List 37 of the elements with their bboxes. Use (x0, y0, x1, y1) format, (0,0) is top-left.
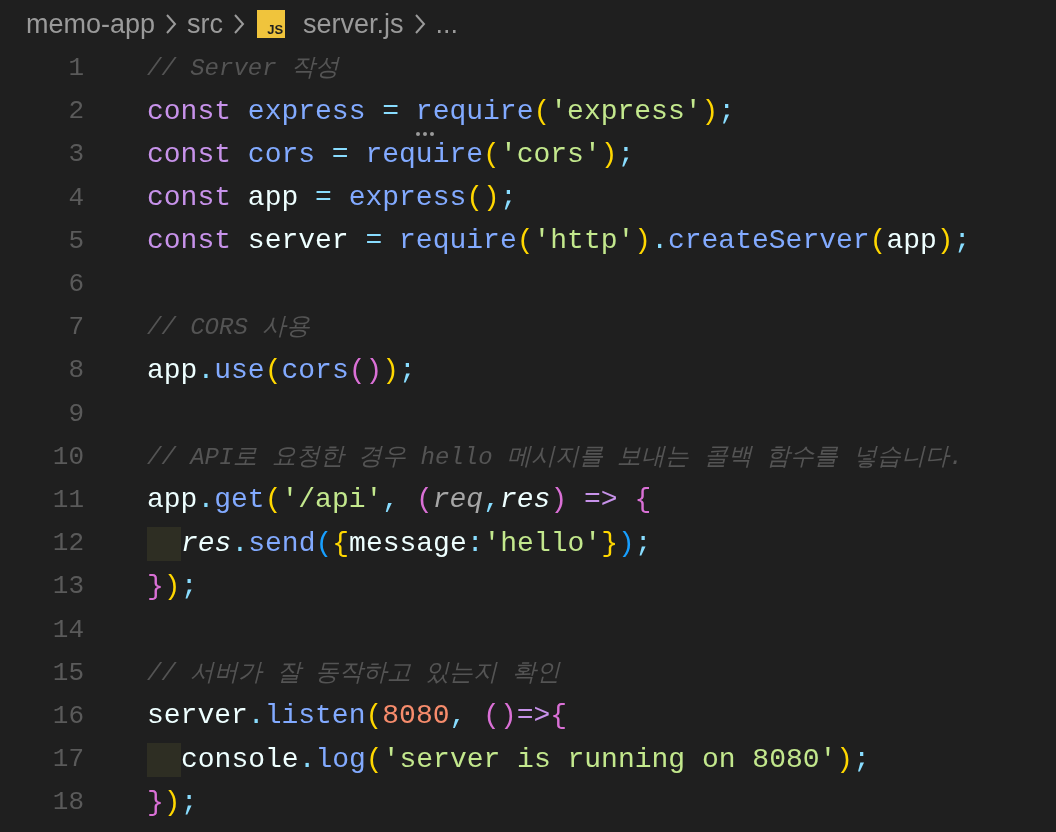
js-file-icon: JS (257, 10, 286, 38)
chevron-right-icon (165, 13, 178, 35)
chevron-right-icon (413, 13, 426, 35)
code-line: server.listen(8080, ()=>{ (147, 699, 568, 734)
line-number: 12 (51, 527, 84, 561)
code-line: const app = express(); (147, 181, 517, 216)
line-number: 9 (67, 397, 84, 431)
breadcrumb-item[interactable]: src (187, 3, 224, 45)
code-line: res.send({message:'hello'}); (181, 526, 652, 561)
line-number: 2 (67, 95, 84, 129)
breadcrumb-item[interactable]: memo-app (26, 3, 156, 45)
breadcrumb-more[interactable]: ... (435, 3, 459, 45)
code-line: app.use(cors()); (147, 353, 416, 388)
line-number: 10 (51, 440, 84, 474)
line-number: 4 (67, 181, 84, 215)
line-number: 17 (51, 743, 84, 777)
line-number: 14 (51, 613, 84, 647)
line-number: 1 (67, 52, 84, 86)
chevron-right-icon (233, 13, 246, 35)
line-number: 16 (51, 699, 84, 733)
line-number: 8 (67, 354, 84, 388)
code-line: console.log('server is running on 8080'); (181, 742, 870, 777)
code-line: app.get('/api', (req,res) => { (147, 483, 652, 518)
line-number: 15 (51, 656, 84, 690)
code-line: const server = require('http').createServer(app); (147, 224, 971, 259)
line-number: 13 (51, 570, 84, 604)
line-number: 7 (67, 311, 84, 345)
code-line: }); (147, 785, 198, 820)
line-number: 3 (67, 138, 84, 172)
line-number: 6 (67, 268, 84, 302)
line-number: 5 (67, 224, 84, 258)
code-line: }); (147, 569, 198, 604)
code-line: const express = require('express'); (147, 94, 736, 129)
breadcrumb-item[interactable]: server.js (303, 3, 404, 45)
line-number: 18 (51, 786, 84, 820)
code-line: const cors = require('cors'); (147, 137, 635, 172)
line-number: 11 (51, 483, 84, 517)
